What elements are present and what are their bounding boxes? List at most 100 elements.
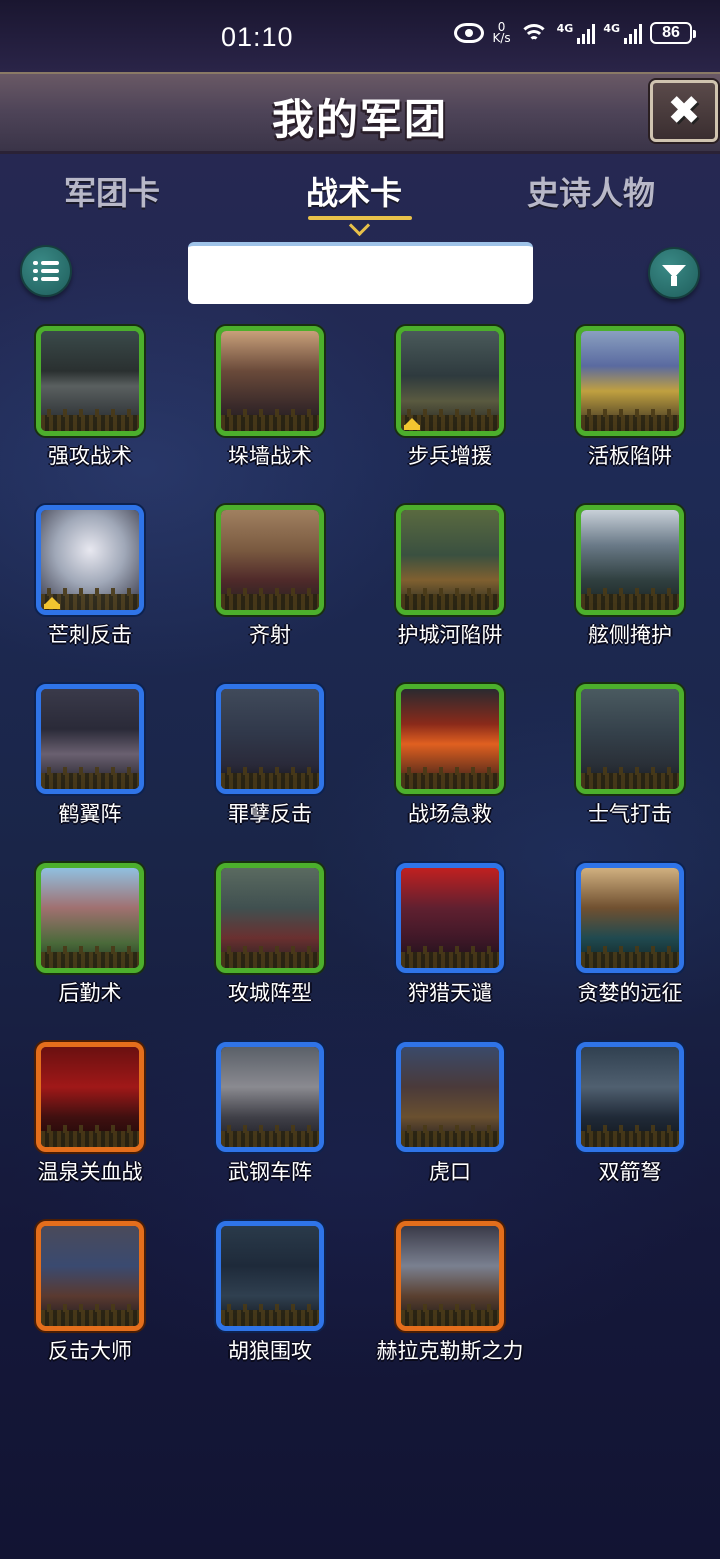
star-level-row	[221, 1125, 319, 1147]
crown-icon	[404, 418, 420, 430]
card-frame	[576, 684, 684, 794]
status-icons: 0 K/s 4G 4G 86	[454, 21, 696, 45]
card-frame	[216, 1221, 324, 1331]
star-level-row	[221, 1304, 319, 1326]
card-frame	[216, 326, 324, 436]
card-frame	[576, 863, 684, 973]
card-label: 虎口	[429, 1160, 471, 1184]
header-bar: 我的军团 ✖	[0, 72, 720, 154]
card-frame	[216, 505, 324, 615]
star-level-row	[581, 946, 679, 968]
tactic-card[interactable]: 赫拉克勒斯之力	[360, 1221, 540, 1391]
star-level-row	[581, 1125, 679, 1147]
tactic-card[interactable]: 步兵增援	[360, 326, 540, 496]
tactic-card[interactable]: 鹤翼阵	[0, 684, 180, 854]
filter-button[interactable]	[648, 247, 700, 299]
tactic-card[interactable]: 贪婪的远征	[540, 863, 720, 1033]
card-frame	[576, 326, 684, 436]
close-button[interactable]: ✖	[650, 80, 718, 142]
card-frame	[396, 863, 504, 973]
wifi-icon	[518, 22, 549, 44]
tactic-card[interactable]: 胡狼围攻	[180, 1221, 360, 1391]
card-label: 贪婪的远征	[577, 981, 683, 1005]
card-label: 活板陷阱	[588, 444, 672, 468]
card-label: 芒刺反击	[48, 623, 132, 647]
page-title: 我的军团	[271, 95, 448, 144]
star-level-row	[41, 946, 139, 968]
card-label: 护城河陷阱	[397, 623, 503, 647]
tab-epic-heroes[interactable]: 史诗人物	[527, 168, 655, 214]
tactic-card[interactable]: 护城河陷阱	[360, 505, 540, 675]
tactic-card[interactable]: 攻城阵型	[180, 863, 360, 1033]
star-level-row	[221, 946, 319, 968]
star-level-row	[41, 1304, 139, 1326]
card-frame	[396, 1042, 504, 1152]
tactic-card[interactable]: 垛墙战术	[180, 326, 360, 496]
card-label: 齐射	[249, 623, 291, 647]
tactic-card[interactable]: 舷侧掩护	[540, 505, 720, 675]
card-frame	[396, 684, 504, 794]
tactic-card[interactable]: 士气打击	[540, 684, 720, 854]
card-frame	[396, 505, 504, 615]
tactic-card[interactable]: 双箭弩	[540, 1042, 720, 1212]
card-frame	[576, 505, 684, 615]
card-label: 武钢车阵	[228, 1160, 312, 1184]
search-input[interactable]	[188, 242, 533, 304]
star-level-row	[41, 767, 139, 789]
star-level-row	[221, 588, 319, 610]
card-frame	[36, 684, 144, 794]
star-level-row	[401, 946, 499, 968]
network-type-1: 4G	[556, 22, 574, 35]
filter-icon	[662, 264, 686, 286]
card-label: 反击大师	[48, 1339, 132, 1363]
crown-icon	[44, 597, 60, 609]
speed-unit: K/s	[492, 31, 511, 45]
card-frame	[36, 1042, 144, 1152]
tactic-card[interactable]: 战场急救	[360, 684, 540, 854]
active-tab-indicator	[308, 216, 412, 220]
tactic-card[interactable]: 强攻战术	[0, 326, 180, 496]
star-level-row	[221, 767, 319, 789]
list-view-button[interactable]	[20, 245, 72, 297]
card-frame	[396, 1221, 504, 1331]
card-label: 步兵增援	[408, 444, 492, 468]
card-label: 罪孽反击	[228, 802, 312, 826]
close-icon: ✖	[667, 88, 701, 134]
card-frame	[396, 326, 504, 436]
tactic-card[interactable]: 武钢车阵	[180, 1042, 360, 1212]
tactic-card[interactable]: 齐射	[180, 505, 360, 675]
card-label: 攻城阵型	[228, 981, 312, 1005]
star-level-row	[401, 1125, 499, 1147]
card-frame	[36, 326, 144, 436]
tactic-card[interactable]: 活板陷阱	[540, 326, 720, 496]
star-level-row	[221, 409, 319, 431]
card-label: 双箭弩	[598, 1160, 662, 1184]
signal-icon-2	[624, 22, 642, 44]
star-level-row	[581, 588, 679, 610]
tactic-card[interactable]: 虎口	[360, 1042, 540, 1212]
card-frame	[36, 505, 144, 615]
card-label: 强攻战术	[48, 444, 132, 468]
tactic-card[interactable]: 反击大师	[0, 1221, 180, 1391]
battery-icon: 86	[650, 22, 696, 44]
tactic-card[interactable]: 芒刺反击	[0, 505, 180, 675]
tactic-card[interactable]: 狩猎天谴	[360, 863, 540, 1033]
star-level-row	[41, 1125, 139, 1147]
signal-icon-1	[577, 22, 596, 44]
tab-tactic-cards[interactable]: 战术卡	[306, 168, 402, 214]
tactic-card[interactable]: 罪孽反击	[180, 684, 360, 854]
card-frame	[216, 684, 324, 794]
card-label: 舷侧掩护	[588, 623, 672, 647]
tactic-card[interactable]: 后勤术	[0, 863, 180, 1033]
card-label: 温泉关血战	[37, 1160, 143, 1184]
card-frame	[216, 1042, 324, 1152]
tab-legion-cards[interactable]: 军团卡	[64, 168, 160, 214]
card-label: 战场急救	[408, 802, 492, 826]
card-label: 士气打击	[588, 802, 672, 826]
card-label: 狩猎天谴	[408, 981, 492, 1005]
network-speed: 0 K/s	[492, 21, 511, 45]
card-label: 后勤术	[58, 981, 122, 1005]
status-bar: 01:10 0 K/s 4G 4G 86	[0, 0, 720, 72]
tactic-card[interactable]: 温泉关血战	[0, 1042, 180, 1212]
card-frame	[36, 863, 144, 973]
